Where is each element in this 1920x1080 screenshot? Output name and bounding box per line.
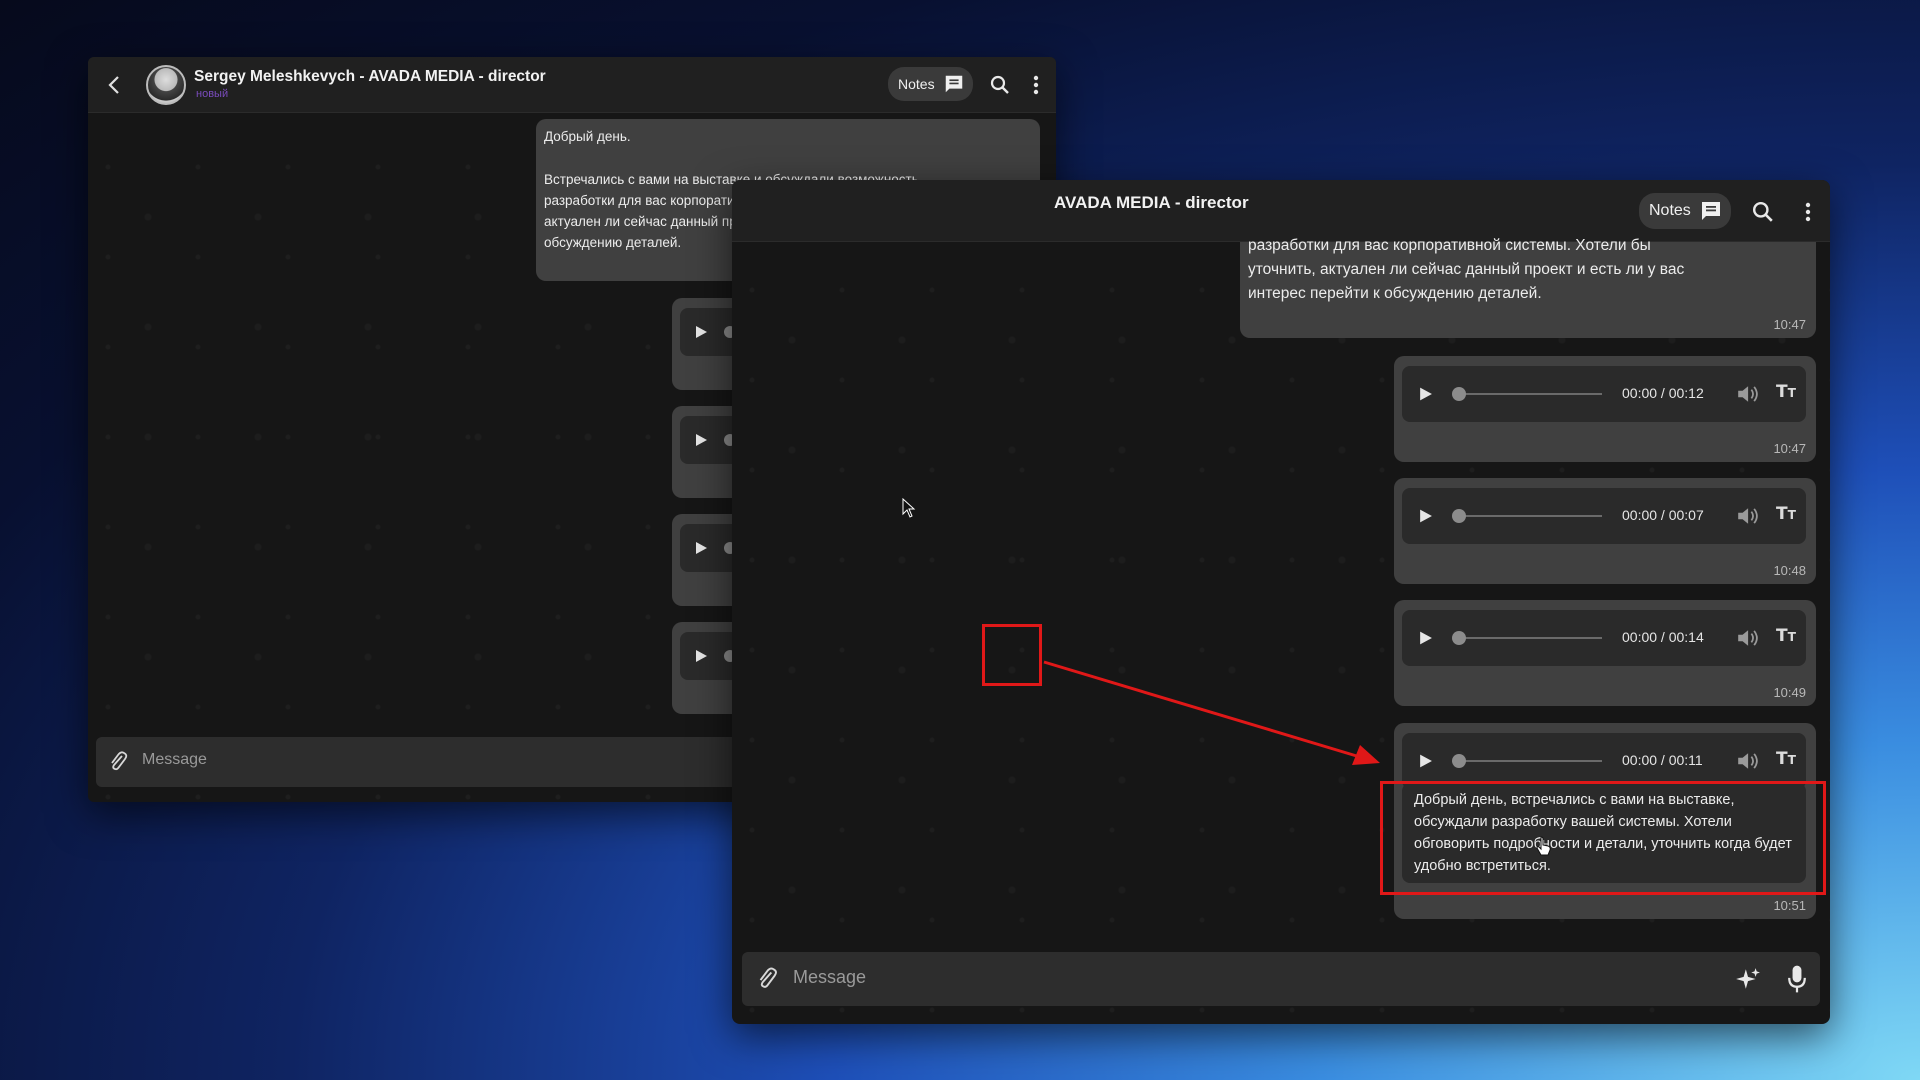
annotation-arrow bbox=[1043, 660, 1380, 765]
hand-cursor-icon bbox=[1536, 836, 1551, 856]
mouse-pointer-icon bbox=[902, 498, 916, 518]
